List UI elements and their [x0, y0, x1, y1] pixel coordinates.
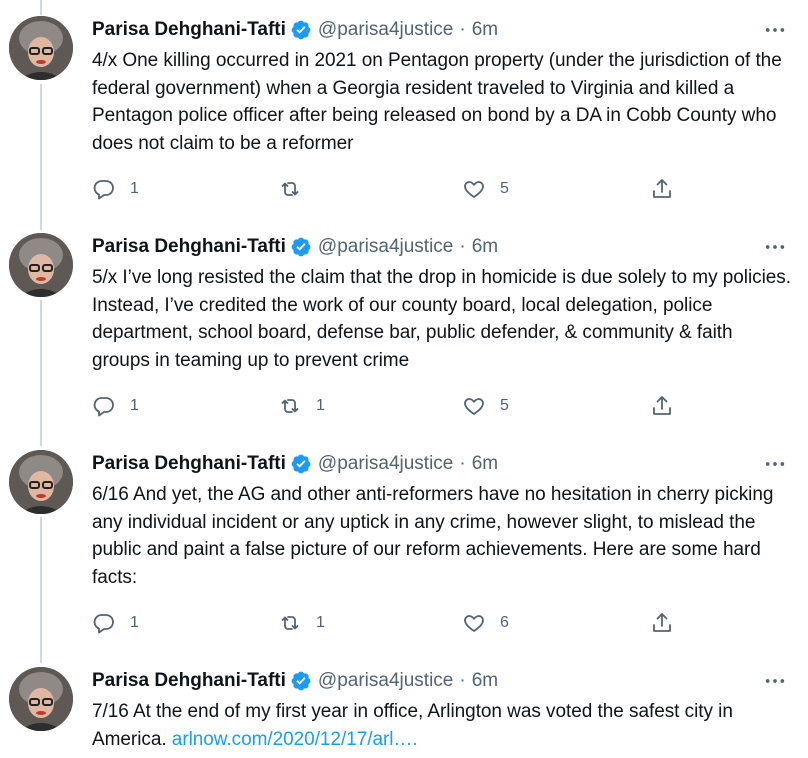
avatar[interactable]: [9, 233, 73, 297]
heart-icon: [464, 181, 484, 198]
tweet-actions: 1 1 5: [92, 392, 692, 420]
tweet[interactable]: Parisa Dehghani-Tafti @parisa4justice · …: [0, 16, 808, 216]
display-name[interactable]: Parisa Dehghani-Tafti: [92, 236, 286, 258]
tweet-text: 5/x I’ve long resisted the claim that th…: [92, 267, 791, 371]
reply-button[interactable]: 1: [92, 609, 139, 637]
verified-badge-icon: [290, 670, 312, 692]
separator: ·: [459, 670, 466, 691]
timestamp[interactable]: 6m: [472, 453, 498, 475]
share-button[interactable]: [650, 392, 674, 420]
tweet-actions: 1 1 6: [92, 609, 692, 637]
timestamp[interactable]: 6m: [472, 19, 498, 41]
share-icon: [653, 396, 671, 415]
tweet[interactable]: Parisa Dehghani-Tafti @parisa4justice · …: [0, 233, 808, 433]
avatar[interactable]: [9, 450, 73, 514]
separator: ·: [459, 19, 466, 40]
share-button[interactable]: [650, 175, 674, 203]
tweet-text: 4/x One killing occurred in 2021 on Pent…: [92, 50, 782, 154]
avatar[interactable]: [9, 667, 73, 731]
display-name[interactable]: Parisa Dehghani-Tafti: [92, 19, 286, 41]
user-handle[interactable]: @parisa4justice: [318, 19, 453, 41]
user-handle[interactable]: @parisa4justice: [318, 670, 453, 692]
tweet-header: Parisa Dehghani-Tafti @parisa4justice · …: [92, 450, 498, 478]
separator: ·: [459, 236, 466, 257]
more-horizontal-icon[interactable]: [762, 454, 788, 474]
reply-count: 1: [130, 397, 139, 414]
tweet-header: Parisa Dehghani-Tafti @parisa4justice · …: [92, 233, 498, 261]
verified-badge-icon: [290, 453, 312, 475]
heart-icon: [464, 615, 484, 632]
verified-badge-icon: [290, 19, 312, 41]
like-count: 5: [500, 397, 509, 414]
tweet-header: Parisa Dehghani-Tafti @parisa4justice · …: [92, 667, 498, 695]
reply-icon: [93, 397, 114, 417]
like-button[interactable]: 6: [462, 609, 509, 637]
heart-icon: [464, 398, 484, 415]
more-horizontal-icon[interactable]: [762, 671, 788, 691]
tweet-text: 6/16 And yet, the AG and other anti-refo…: [92, 484, 774, 588]
tweet-actions: 1 5: [92, 175, 692, 203]
retweet-count: 1: [316, 614, 325, 631]
timestamp[interactable]: 6m: [472, 236, 498, 258]
user-handle[interactable]: @parisa4justice: [318, 453, 453, 475]
avatar[interactable]: [9, 16, 73, 80]
verified-badge-icon: [290, 236, 312, 258]
reply-button[interactable]: 1: [92, 175, 139, 203]
like-count: 5: [500, 180, 509, 197]
reply-icon: [93, 614, 114, 634]
tweet-link[interactable]: arlnow.com/2020/12/17/arl….: [172, 729, 418, 750]
thread-connector: [40, 0, 42, 15]
tweet[interactable]: Parisa Dehghani-Tafti @parisa4justice · …: [0, 450, 808, 650]
retweet-icon: [281, 616, 299, 630]
share-icon: [653, 613, 671, 632]
reply-count: 1: [130, 180, 139, 197]
share-button[interactable]: [650, 609, 674, 637]
separator: ·: [459, 453, 466, 474]
more-horizontal-icon[interactable]: [762, 237, 788, 257]
share-icon: [653, 179, 671, 198]
tweet-header: Parisa Dehghani-Tafti @parisa4justice · …: [92, 16, 498, 44]
retweet-count: 1: [316, 397, 325, 414]
tweet-text: 7/16 At the end of my first year in offi…: [92, 698, 792, 753]
like-button[interactable]: 5: [462, 175, 509, 203]
tweet-thread: Parisa Dehghani-Tafti @parisa4justice · …: [0, 0, 808, 758]
reply-button[interactable]: 1: [92, 392, 139, 420]
reply-icon: [93, 180, 114, 200]
retweet-button[interactable]: [278, 175, 316, 203]
display-name[interactable]: Parisa Dehghani-Tafti: [92, 670, 286, 692]
more-horizontal-icon[interactable]: [762, 20, 788, 40]
display-name[interactable]: Parisa Dehghani-Tafti: [92, 453, 286, 475]
retweet-button[interactable]: 1: [278, 392, 325, 420]
user-handle[interactable]: @parisa4justice: [318, 236, 453, 258]
retweet-icon: [281, 399, 299, 413]
tweet[interactable]: Parisa Dehghani-Tafti @parisa4justice · …: [0, 667, 808, 758]
timestamp[interactable]: 6m: [472, 670, 498, 692]
retweet-button[interactable]: 1: [278, 609, 325, 637]
retweet-icon: [281, 182, 299, 196]
like-count: 6: [500, 614, 509, 631]
like-button[interactable]: 5: [462, 392, 509, 420]
reply-count: 1: [130, 614, 139, 631]
